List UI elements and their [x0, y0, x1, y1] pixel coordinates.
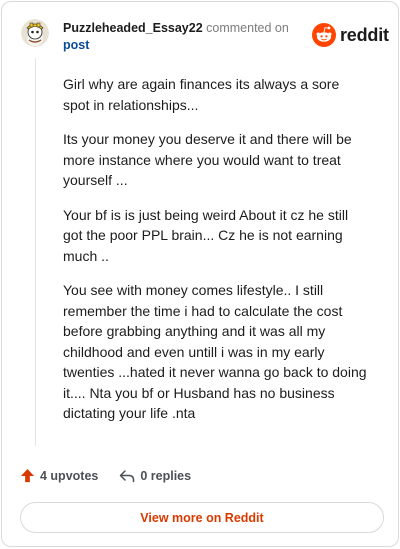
- reply-arrow-icon: [120, 469, 135, 482]
- comment-paragraph: Your bf is is just being weird About it …: [63, 206, 349, 264]
- comment-body: Girl why are again finances its always a…: [63, 74, 368, 438]
- comment-actions: 4 upvotes 0 replies: [20, 468, 191, 483]
- upvote-count: 4 upvotes: [40, 468, 99, 483]
- author-username[interactable]: Puzzleheaded_Essay22: [63, 21, 203, 35]
- comment-paragraph: You see with money comes lifestyle.. I s…: [63, 282, 367, 421]
- comment-card: Puzzleheaded_Essay22 commented on post r…: [1, 1, 399, 547]
- reddit-logo-icon: [312, 23, 336, 47]
- author-avatar[interactable]: [21, 19, 49, 47]
- upvote-button[interactable]: 4 upvotes: [20, 468, 98, 483]
- post-link[interactable]: post: [63, 37, 89, 53]
- upvote-arrow-icon: [20, 468, 35, 483]
- comment-paragraph: Girl why are again finances its always a…: [63, 76, 340, 113]
- view-more-on-reddit-button[interactable]: View more on Reddit: [20, 502, 384, 533]
- comment-paragraph: Its your money you deserve it and there …: [63, 131, 352, 188]
- reddit-wordmark: reddit: [340, 24, 389, 45]
- reply-count: 0 replies: [140, 468, 192, 483]
- reply-button[interactable]: 0 replies: [119, 469, 191, 483]
- reddit-brand[interactable]: reddit: [312, 23, 389, 47]
- thread-line: [35, 58, 36, 446]
- commented-on-text: commented on: [206, 21, 289, 35]
- comment-meta: Puzzleheaded_Essay22 commented on: [63, 20, 289, 36]
